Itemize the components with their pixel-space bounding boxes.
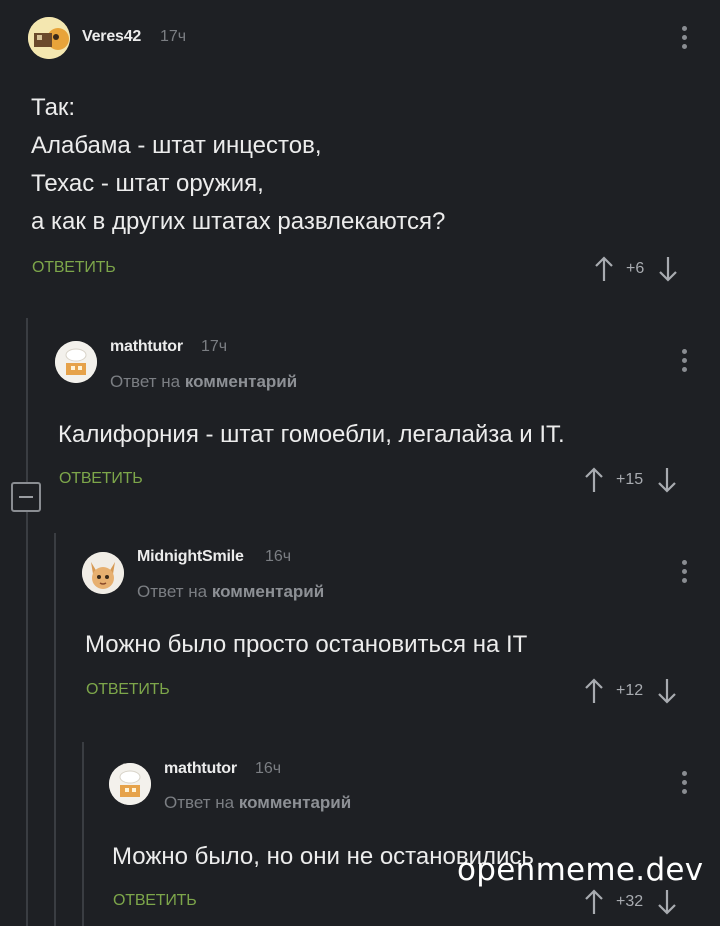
reply-to-line: Ответ на комментарий (137, 582, 324, 602)
vote-controls: +32 (584, 889, 677, 915)
kebab-menu-icon[interactable] (682, 26, 688, 53)
reply-to-line: Ответ на комментарий (164, 793, 351, 813)
comment-time: 17ч (201, 338, 228, 355)
score: +32 (616, 893, 644, 910)
reply-to-prefix: Ответ на (164, 793, 235, 812)
reply-button[interactable]: ОТВЕТИТЬ (59, 470, 143, 488)
arrow-down-icon[interactable] (657, 467, 677, 493)
author-name[interactable]: Veres42 (82, 28, 141, 46)
collapse-thread-button[interactable] (11, 482, 41, 512)
avatar[interactable] (28, 17, 70, 59)
reply-button[interactable]: ОТВЕТИТЬ (86, 681, 170, 699)
arrow-down-icon[interactable] (657, 889, 677, 915)
thread-line-level-1-lower (26, 512, 28, 926)
reply-to-prefix: Ответ на (110, 372, 181, 391)
vote-controls: +15 (584, 467, 677, 493)
thread-line-level-1 (26, 318, 28, 484)
vote-controls: +6 (594, 256, 678, 282)
avatar-icon (28, 17, 70, 59)
comment-time: 16ч (265, 548, 292, 565)
reply-to-link[interactable]: комментарий (185, 372, 297, 391)
reply-to-link[interactable]: комментарий (239, 793, 351, 812)
comment-text: Так: Алабама - штат инцестов, Техас - шт… (31, 94, 446, 235)
vote-controls: +12 (584, 678, 677, 704)
reply-to-link[interactable]: комментарий (212, 582, 324, 601)
arrow-down-icon[interactable] (658, 256, 678, 282)
arrow-down-icon[interactable] (657, 678, 677, 704)
kebab-menu-icon[interactable] (682, 349, 688, 376)
comment-time: 17ч (160, 28, 187, 45)
score: +6 (626, 260, 645, 277)
comment-time: 16ч (255, 760, 282, 777)
arrow-up-icon[interactable] (584, 678, 604, 704)
comment-text: Калифорния - штат гомоебли, легалайза и … (58, 421, 565, 448)
reply-to-line: Ответ на комментарий (110, 372, 297, 392)
avatar-icon (55, 341, 97, 383)
reply-to-prefix: Ответ на (137, 582, 208, 601)
score: +15 (616, 471, 644, 488)
reply-button[interactable]: ОТВЕТИТЬ (113, 892, 197, 910)
kebab-menu-icon[interactable] (682, 560, 688, 587)
score: +12 (616, 682, 644, 699)
avatar-icon (109, 763, 151, 805)
avatar[interactable] (109, 763, 151, 805)
avatar-icon (82, 552, 124, 594)
arrow-up-icon[interactable] (594, 256, 614, 282)
reply-button[interactable]: ОТВЕТИТЬ (32, 259, 116, 277)
comment-text: Можно было просто остановиться на IT (85, 631, 528, 658)
avatar[interactable] (55, 341, 97, 383)
author-name[interactable]: MidnightSmile (137, 548, 244, 566)
arrow-up-icon[interactable] (584, 889, 604, 915)
kebab-menu-icon[interactable] (682, 771, 688, 798)
arrow-up-icon[interactable] (584, 467, 604, 493)
avatar[interactable] (82, 552, 124, 594)
author-name[interactable]: mathtutor (110, 338, 183, 356)
watermark: openmeme.dev (457, 852, 704, 888)
thread-line-level-2 (54, 533, 56, 926)
thread-line-level-3 (82, 742, 84, 926)
author-name[interactable]: mathtutor (164, 760, 237, 778)
